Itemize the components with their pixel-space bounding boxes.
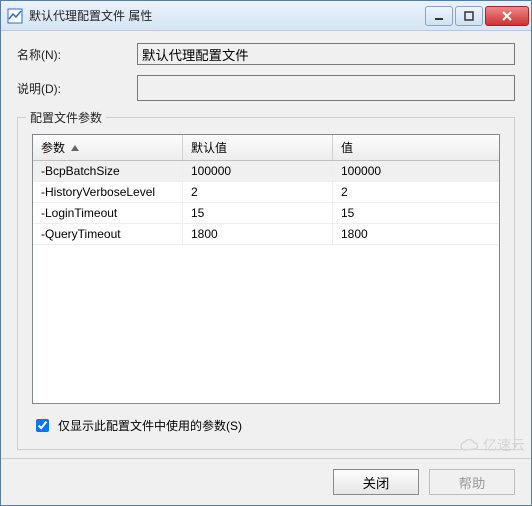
params-group-title: 配置文件参数 [26, 109, 106, 126]
dialog-window: 默认代理配置文件 属性 名称(N): 说明(D): 配置文件参数 参数 [0, 0, 532, 506]
titlebar[interactable]: 默认代理配置文件 属性 [1, 1, 531, 31]
cell-param: -QueryTimeout [33, 224, 183, 245]
close-button[interactable] [485, 6, 529, 26]
cell-value: 15 [333, 203, 499, 224]
name-field[interactable] [137, 43, 515, 65]
desc-field[interactable] [137, 75, 515, 101]
col-header-default[interactable]: 默认值 [183, 135, 333, 160]
cell-default: 1800 [183, 224, 333, 245]
help-button[interactable]: 帮助 [429, 469, 515, 495]
table-body[interactable]: -BcpBatchSize 100000 100000 -HistoryVerb… [33, 161, 499, 403]
help-label: 帮助 [459, 473, 486, 492]
content-area: 名称(N): 说明(D): 配置文件参数 参数 默认值 [1, 31, 531, 458]
cell-default: 15 [183, 203, 333, 224]
button-bar: 关闭 帮助 [1, 458, 531, 505]
params-table: 参数 默认值 值 -BcpBatchSize 1000 [32, 134, 500, 404]
table-row[interactable]: -QueryTimeout 1800 1800 [33, 224, 499, 245]
col-header-param-label: 参数 [41, 139, 65, 156]
close-dialog-button[interactable]: 关闭 [333, 469, 419, 495]
minimize-button[interactable] [425, 6, 453, 26]
params-group: 配置文件参数 参数 默认值 值 [17, 117, 515, 450]
col-header-value-label: 值 [341, 139, 353, 156]
col-header-value[interactable]: 值 [333, 135, 499, 160]
cell-param: -HistoryVerboseLevel [33, 182, 183, 203]
cell-value: 2 [333, 182, 499, 203]
window-title: 默认代理配置文件 属性 [29, 7, 423, 24]
cell-default: 2 [183, 182, 333, 203]
only-used-params-label: 仅显示此配置文件中使用的参数(S) [58, 417, 242, 434]
close-dialog-label: 关闭 [363, 473, 390, 492]
desc-label: 说明(D): [17, 80, 137, 97]
desc-row: 说明(D): [17, 75, 515, 101]
only-used-params-input[interactable] [36, 419, 49, 432]
cell-default: 100000 [183, 161, 333, 182]
table-row[interactable]: -LoginTimeout 15 15 [33, 203, 499, 224]
cell-value: 100000 [333, 161, 499, 182]
sort-asc-icon [71, 145, 79, 151]
table-header: 参数 默认值 值 [33, 135, 499, 161]
only-used-params-checkbox[interactable]: 仅显示此配置文件中使用的参数(S) [32, 416, 500, 435]
cell-param: -LoginTimeout [33, 203, 183, 224]
maximize-button[interactable] [455, 6, 483, 26]
cell-param: -BcpBatchSize [33, 161, 183, 182]
cell-value: 1800 [333, 224, 499, 245]
table-row[interactable]: -BcpBatchSize 100000 100000 [33, 161, 499, 182]
name-label: 名称(N): [17, 46, 137, 63]
col-header-param[interactable]: 参数 [33, 135, 183, 160]
table-row[interactable]: -HistoryVerboseLevel 2 2 [33, 182, 499, 203]
col-header-default-label: 默认值 [191, 139, 227, 156]
app-icon [7, 8, 23, 24]
name-row: 名称(N): [17, 43, 515, 65]
